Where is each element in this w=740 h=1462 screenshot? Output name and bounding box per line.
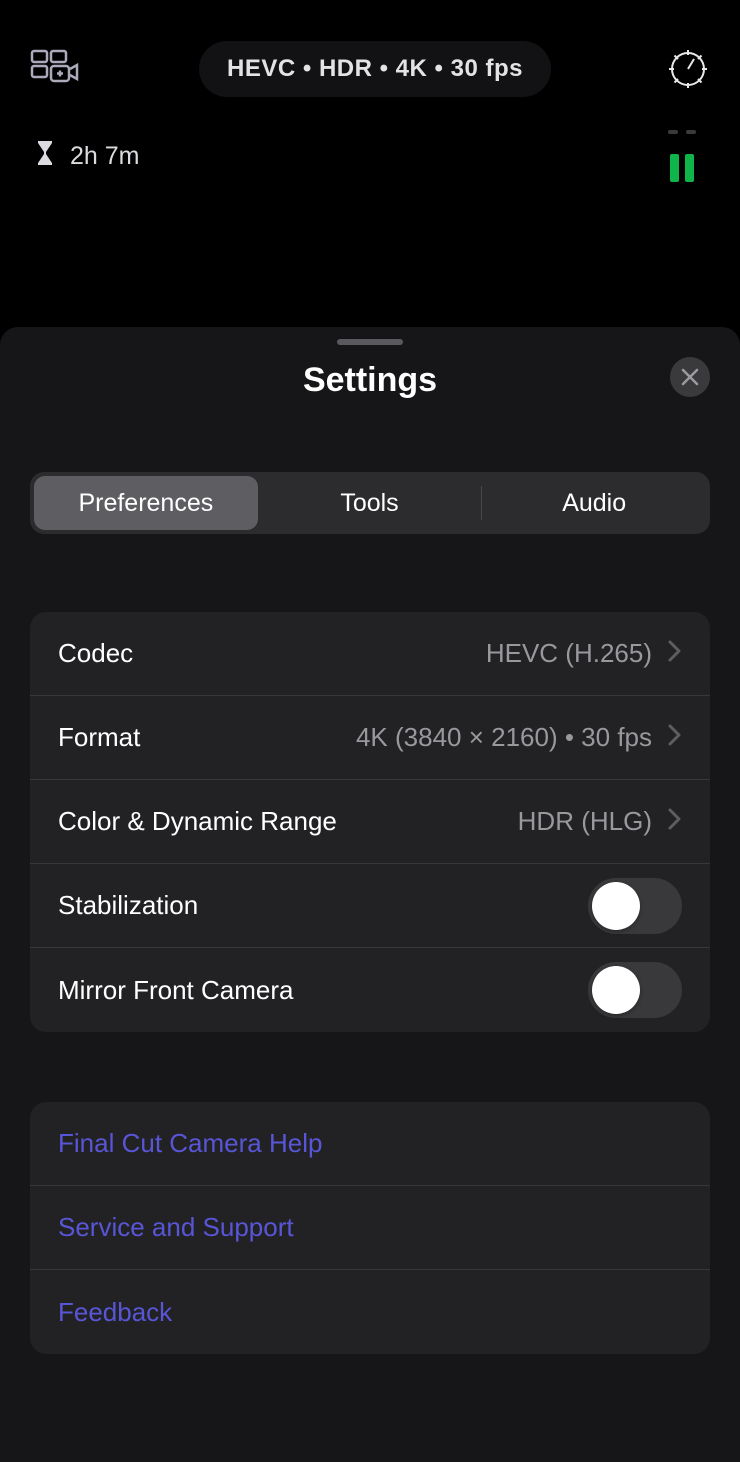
row-codec[interactable]: Codec HEVC (H.265) xyxy=(30,612,710,696)
gear-icon[interactable] xyxy=(666,47,710,91)
tab-tools[interactable]: Tools xyxy=(258,476,482,530)
chevron-right-icon xyxy=(668,808,682,835)
close-button[interactable] xyxy=(670,357,710,397)
recording-status-pill[interactable]: HEVC • HDR • 4K • 30 fps xyxy=(199,41,551,97)
color-label: Color & Dynamic Range xyxy=(58,806,337,837)
link-help[interactable]: Final Cut Camera Help xyxy=(30,1102,710,1186)
level-dots xyxy=(668,130,696,134)
support-link-label: Service and Support xyxy=(58,1212,294,1243)
row-stabilization: Stabilization xyxy=(30,864,710,948)
mirror-label: Mirror Front Camera xyxy=(58,975,293,1006)
mirror-toggle[interactable] xyxy=(588,962,682,1018)
top-bar: HEVC • HDR • 4K • 30 fps xyxy=(0,0,740,96)
toggle-knob xyxy=(592,882,640,930)
stabilization-label: Stabilization xyxy=(58,890,198,921)
sheet-header: Settings xyxy=(0,353,740,432)
chevron-right-icon xyxy=(668,724,682,751)
help-link-label: Final Cut Camera Help xyxy=(58,1128,322,1159)
hourglass-icon xyxy=(36,141,54,172)
link-feedback[interactable]: Feedback xyxy=(30,1270,710,1354)
color-value: HDR (HLG) xyxy=(518,806,652,837)
format-label: Format xyxy=(58,722,140,753)
row-mirror-front-camera: Mirror Front Camera xyxy=(30,948,710,1032)
audio-level-indicator xyxy=(668,130,696,182)
codec-label: Codec xyxy=(58,638,133,669)
row-format[interactable]: Format 4K (3840 × 2160) • 30 fps xyxy=(30,696,710,780)
chevron-right-icon xyxy=(668,640,682,667)
preferences-list: Codec HEVC (H.265) Format 4K (3840 × 216… xyxy=(30,612,710,1032)
time-remaining-value: 2h 7m xyxy=(70,142,139,171)
multicam-icon[interactable] xyxy=(30,49,84,89)
row-color-dynamic-range[interactable]: Color & Dynamic Range HDR (HLG) xyxy=(30,780,710,864)
format-value: 4K (3840 × 2160) • 30 fps xyxy=(356,722,652,753)
feedback-link-label: Feedback xyxy=(58,1297,172,1328)
stabilization-toggle[interactable] xyxy=(588,878,682,934)
time-remaining: 2h 7m xyxy=(36,141,139,172)
support-links-list: Final Cut Camera Help Service and Suppor… xyxy=(30,1102,710,1354)
sheet-grabber[interactable] xyxy=(337,339,403,345)
settings-sheet: Settings Preferences Tools Audio Codec H… xyxy=(0,327,740,1462)
info-row: 2h 7m xyxy=(0,96,740,182)
codec-value: HEVC (H.265) xyxy=(486,638,652,669)
level-bars-icon xyxy=(670,154,694,182)
close-icon xyxy=(681,368,699,386)
tab-preferences[interactable]: Preferences xyxy=(34,476,258,530)
toggle-knob xyxy=(592,966,640,1014)
settings-tabs: Preferences Tools Audio xyxy=(30,472,710,534)
sheet-title: Settings xyxy=(0,361,740,400)
tab-audio[interactable]: Audio xyxy=(482,476,706,530)
link-service-support[interactable]: Service and Support xyxy=(30,1186,710,1270)
